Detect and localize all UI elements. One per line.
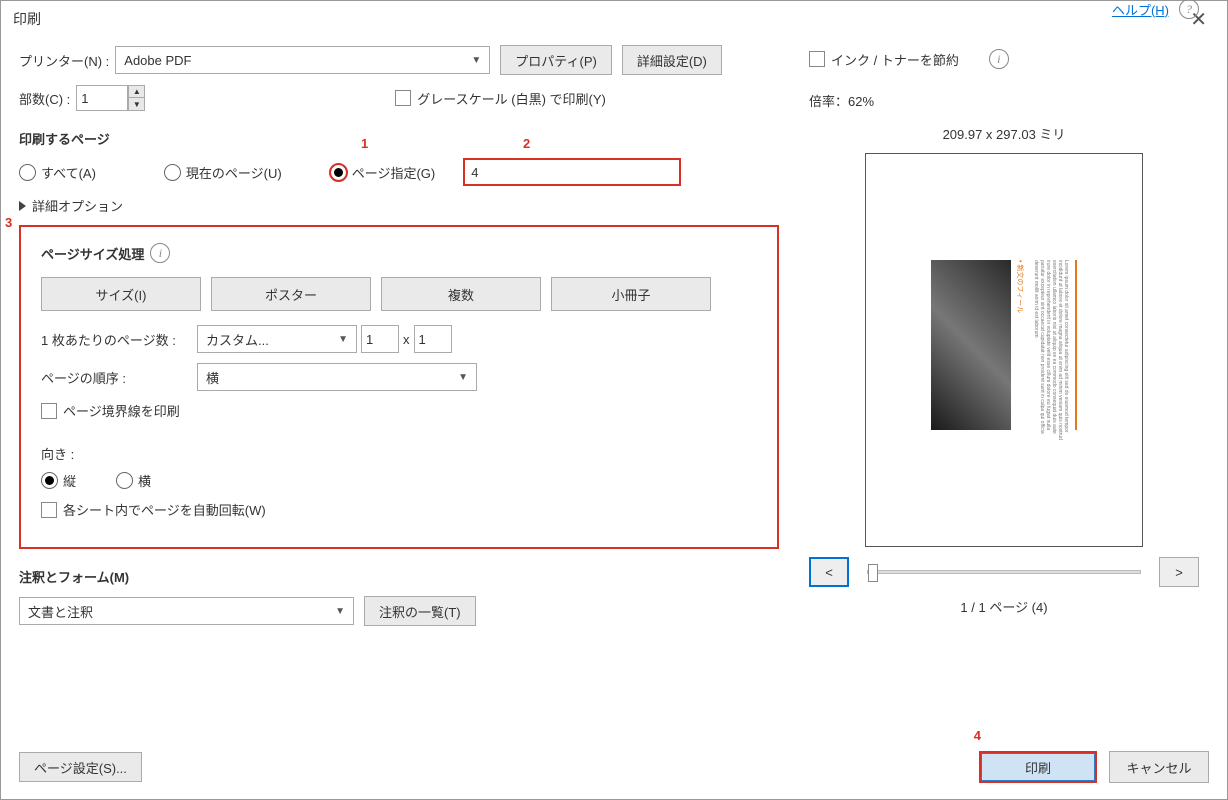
radio-portrait[interactable]	[41, 472, 58, 489]
pages-section-title: 印刷するページ	[19, 129, 779, 148]
printer-select[interactable]: Adobe PDF ▼	[115, 46, 490, 74]
preview-area: Lorem ipsum dolor sit amet consectetur a…	[865, 153, 1143, 547]
annotation-1: 1	[361, 136, 368, 151]
save-ink-label: インク / トナーを節約	[831, 50, 959, 69]
radio-range[interactable]	[330, 164, 347, 181]
radio-range-label: ページ指定(G)	[352, 163, 436, 182]
border-checkbox[interactable]	[41, 403, 57, 419]
tab-poster[interactable]: ポスター	[211, 277, 371, 311]
cancel-button[interactable]: キャンセル	[1109, 751, 1209, 783]
tab-multiple[interactable]: 複数	[381, 277, 541, 311]
save-ink-checkbox[interactable]	[809, 51, 825, 67]
disclosure-icon[interactable]	[19, 201, 26, 211]
slider-thumb[interactable]	[868, 564, 878, 582]
radio-current-label: 現在のページ(U)	[186, 163, 282, 182]
grayscale-label: グレースケール (白黒) で印刷(Y)	[417, 89, 606, 108]
chevron-down-icon: ▼	[338, 334, 348, 345]
copies-spinner[interactable]: ▲▼	[128, 85, 145, 111]
annotation-4: 4	[974, 728, 981, 743]
per-sheet-y-input[interactable]	[414, 325, 452, 353]
dimensions-label: 209.97 x 297.03 ミリ	[809, 124, 1199, 143]
size-section-title: ページサイズ処理	[41, 244, 144, 263]
scale-label: 倍率：62%	[809, 91, 1199, 110]
help-info-icon[interactable]: ?	[1179, 0, 1199, 19]
autorotate-checkbox[interactable]	[41, 502, 57, 518]
chevron-down-icon: ▼	[458, 372, 468, 383]
page-range-input[interactable]	[463, 158, 681, 186]
info-icon[interactable]: i	[989, 49, 1009, 69]
annotation-2: 2	[523, 136, 530, 151]
page-setup-button[interactable]: ページ設定(S)...	[19, 752, 142, 782]
copies-label: 部数(C) :	[19, 89, 70, 108]
radio-all[interactable]	[19, 164, 36, 181]
tab-booklet[interactable]: 小冊子	[551, 277, 711, 311]
help-link[interactable]: ヘルプ(H)	[1112, 0, 1169, 19]
order-value: 横	[206, 368, 219, 387]
chevron-down-icon: ▼	[471, 55, 481, 66]
radio-landscape[interactable]	[116, 472, 133, 489]
page-slider[interactable]	[867, 570, 1141, 574]
page-size-panel: ページサイズ処理 i サイズ(I) ポスター 複数 小冊子 1 枚あたりのページ…	[19, 225, 779, 549]
advanced-button[interactable]: 詳細設定(D)	[622, 45, 722, 75]
tab-size[interactable]: サイズ(I)	[41, 277, 201, 311]
properties-button[interactable]: プロパティ(P)	[500, 45, 612, 75]
order-label: ページの順序 :	[41, 368, 191, 387]
chevron-down-icon: ▼	[335, 606, 345, 617]
pager-label: 1 / 1 ページ (4)	[809, 597, 1199, 616]
autorotate-label: 各シート内でページを自動回転(W)	[63, 500, 266, 519]
grayscale-checkbox[interactable]	[395, 90, 411, 106]
print-button[interactable]: 印刷	[979, 751, 1097, 783]
portrait-label: 縦	[63, 471, 76, 490]
info-icon[interactable]: i	[150, 243, 170, 263]
radio-current[interactable]	[164, 164, 181, 181]
dialog-title: 印刷	[13, 9, 41, 29]
times-label: x	[403, 332, 410, 347]
order-select[interactable]: 横 ▼	[197, 363, 477, 391]
comments-list-button[interactable]: 注釈の一覧(T)	[364, 596, 476, 626]
per-sheet-select[interactable]: カスタム... ▼	[197, 325, 357, 353]
border-label: ページ境界線を印刷	[63, 401, 180, 420]
per-sheet-x-input[interactable]	[361, 325, 399, 353]
comments-value: 文書と注釈	[28, 602, 93, 621]
next-page-button[interactable]: >	[1159, 557, 1199, 587]
printer-label: プリンター(N) :	[19, 51, 109, 70]
orient-label: 向き :	[41, 444, 757, 463]
per-sheet-value: カスタム...	[206, 330, 269, 349]
comments-select[interactable]: 文書と注釈 ▼	[19, 597, 354, 625]
copies-input[interactable]	[76, 85, 128, 111]
printer-value: Adobe PDF	[124, 53, 191, 68]
radio-all-label: すべて(A)	[41, 163, 96, 182]
prev-page-button[interactable]: <	[809, 557, 849, 587]
more-options-label[interactable]: 詳細オプション	[32, 196, 123, 215]
per-sheet-label: 1 枚あたりのページ数 :	[41, 330, 191, 349]
comments-section-title: 注釈とフォーム(M)	[19, 567, 779, 586]
landscape-label: 横	[138, 471, 151, 490]
annotation-3: 3	[5, 215, 12, 230]
